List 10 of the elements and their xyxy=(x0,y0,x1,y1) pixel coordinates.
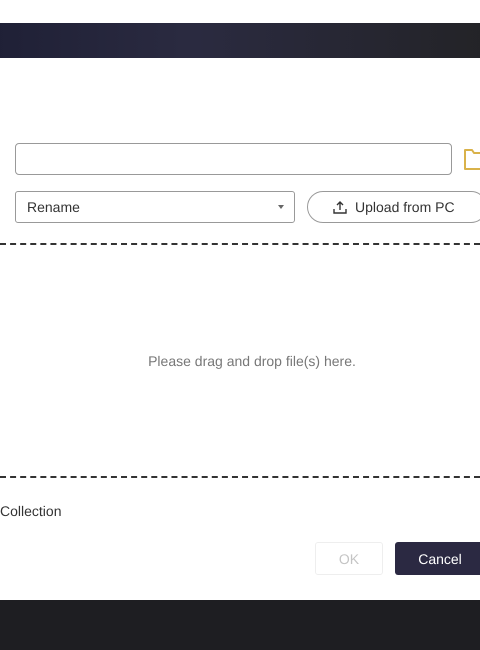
caret-icon xyxy=(278,205,284,209)
rename-dropdown[interactable]: Rename xyxy=(15,191,295,223)
folder-icon[interactable] xyxy=(463,146,480,172)
cancel-button[interactable]: Cancel xyxy=(395,542,480,575)
upload-button[interactable]: Upload from PC xyxy=(307,191,480,223)
drop-zone[interactable]: Please drag and drop file(s) here. xyxy=(0,243,480,478)
drop-message: Please drag and drop file(s) here. xyxy=(148,352,356,368)
upload-icon xyxy=(333,200,347,214)
path-field[interactable] xyxy=(15,143,452,175)
collection-label: Collection xyxy=(0,503,62,519)
